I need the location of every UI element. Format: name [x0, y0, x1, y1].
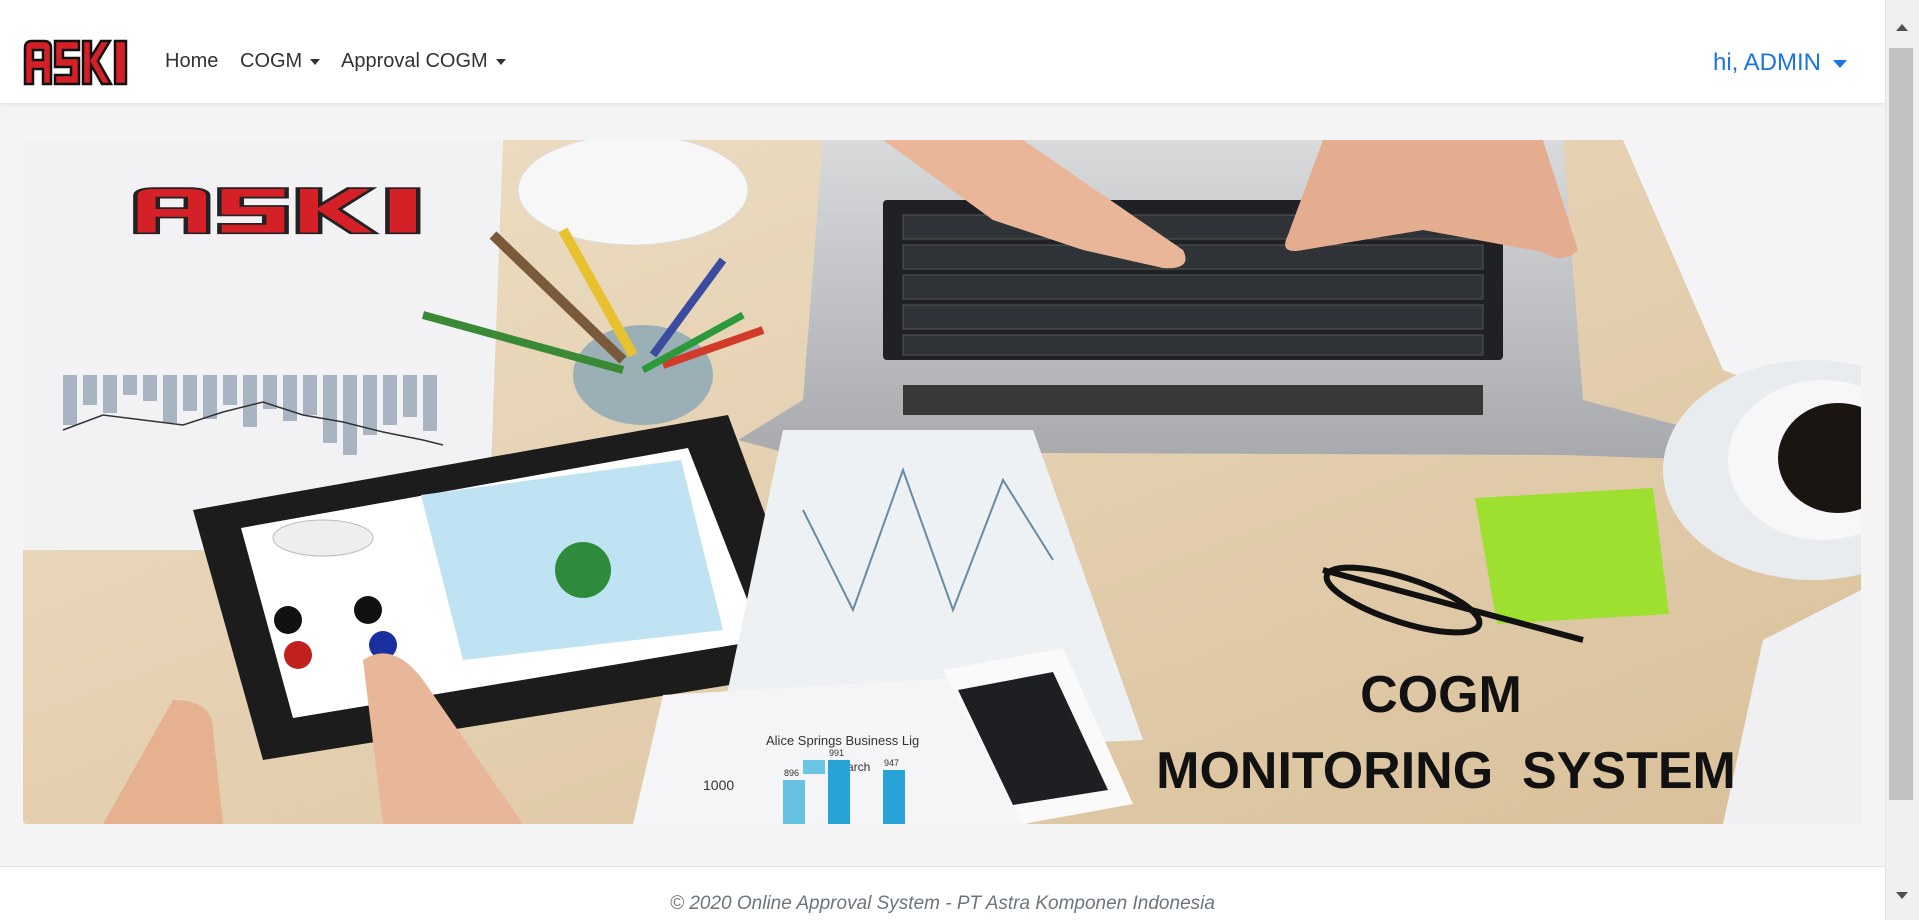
footer-copyright: © 2020 Online Approval System - PT Astra… [670, 893, 1215, 914]
svg-text:1000: 1000 [703, 777, 734, 793]
aski-logo-letters [23, 39, 128, 86]
caret-down-icon [1833, 59, 1847, 68]
svg-text:991: 991 [829, 748, 844, 758]
banner-headline-line2: MONITORING SYSTEM [1156, 742, 1736, 800]
scroll-up-arrow-icon[interactable] [1896, 24, 1908, 31]
nav-home[interactable]: Home [165, 50, 218, 73]
svg-text:947: 947 [884, 758, 899, 768]
banner-headline-line1: COGM [1360, 666, 1522, 724]
scroll-down-arrow-icon[interactable] [1896, 892, 1908, 899]
vertical-scrollbar[interactable] [1885, 0, 1919, 920]
scooter-icon [555, 542, 611, 598]
banner-illustration: Alice Springs Business Lig March 1000 89… [23, 140, 1861, 824]
user-greeting: hi, ADMIN [1712, 49, 1821, 76]
nav-approval-cogm-label: Approval COGM [341, 50, 488, 72]
svg-text:896: 896 [784, 768, 799, 778]
nav-approval-cogm-dropdown[interactable]: Approval COGM [341, 50, 506, 73]
mouse-graphic [517, 140, 749, 246]
sticky-note [1475, 488, 1669, 624]
user-menu-dropdown[interactable]: hi, ADMIN [1713, 49, 1847, 77]
nav-home-label: Home [165, 50, 219, 72]
aski-logo[interactable] [22, 38, 130, 86]
top-navbar: Home COGM Approval COGM hi, ADMIN [0, 0, 1885, 104]
hero-banner: Alice Springs Business Lig March 1000 89… [23, 140, 1861, 824]
caret-down-icon [310, 58, 321, 65]
nav-cogm-label: COGM [240, 50, 303, 72]
svg-text:Alice Springs Business Lig: Alice Springs Business Lig [766, 733, 919, 748]
caret-down-icon [495, 58, 506, 65]
nav-cogm-dropdown[interactable]: COGM [240, 50, 321, 73]
scroll-thumb[interactable] [1889, 48, 1913, 800]
page-footer: © 2020 Online Approval System - PT Astra… [0, 866, 1885, 920]
